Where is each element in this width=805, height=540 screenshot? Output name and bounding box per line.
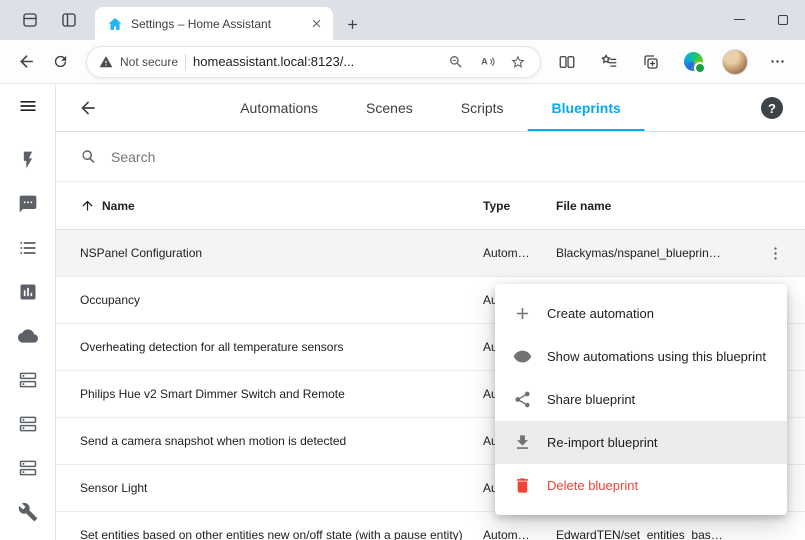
split-screen-icon[interactable] bbox=[551, 46, 583, 78]
menu-item-show-automations[interactable]: Show automations using this blueprint bbox=[495, 335, 787, 378]
navbar-right-cluster bbox=[551, 46, 795, 78]
workspaces-icon[interactable] bbox=[19, 9, 41, 31]
read-aloud-icon[interactable]: A bbox=[475, 50, 499, 74]
tab-automations[interactable]: Automations bbox=[216, 85, 342, 131]
avatar-image bbox=[722, 49, 748, 75]
trash-icon bbox=[513, 476, 532, 495]
row-name: Send a camera snapshot when motion is de… bbox=[80, 434, 483, 448]
favorites-icon[interactable] bbox=[593, 46, 625, 78]
server-icon[interactable] bbox=[16, 368, 40, 392]
cloud-icon[interactable] bbox=[16, 324, 40, 348]
server-icon[interactable] bbox=[16, 456, 40, 480]
minimize-icon bbox=[734, 19, 745, 21]
row-name: Set entities based on other entities new… bbox=[80, 528, 483, 540]
help-icon[interactable]: ? bbox=[761, 97, 783, 119]
vertical-tabs-icon[interactable] bbox=[58, 9, 80, 31]
table-header: Name Type File name bbox=[56, 182, 805, 230]
row-file: Blackymas/nspanel_blueprin… bbox=[556, 246, 746, 260]
menu-item-delete-blueprint[interactable]: Delete blueprint bbox=[495, 464, 787, 507]
browser-tab[interactable]: Settings – Home Assistant bbox=[95, 7, 333, 40]
flash-icon[interactable] bbox=[16, 148, 40, 172]
browser-titlebar: Settings – Home Assistant bbox=[0, 0, 805, 40]
sort-ascending-icon[interactable] bbox=[80, 198, 95, 213]
not-secure-warning-icon bbox=[99, 55, 113, 69]
minimize-button[interactable] bbox=[717, 0, 761, 39]
address-bar[interactable]: Not secure homeassistant.local:8123/... … bbox=[86, 46, 541, 78]
essentials-badge bbox=[684, 52, 703, 71]
assist-chat-icon[interactable] bbox=[16, 192, 40, 216]
tab-title: Settings – Home Assistant bbox=[131, 17, 307, 31]
svg-text:A: A bbox=[481, 57, 488, 67]
row-name: Overheating detection for all temperatur… bbox=[80, 340, 483, 354]
url-text: homeassistant.local:8123/... bbox=[193, 54, 437, 69]
menu-item-share-blueprint[interactable]: Share blueprint bbox=[495, 378, 787, 421]
security-label: Not secure bbox=[120, 55, 178, 69]
settings-more-icon[interactable] bbox=[761, 46, 793, 78]
favorite-star-icon[interactable] bbox=[506, 50, 530, 74]
new-tab-button[interactable] bbox=[339, 11, 365, 37]
menu-item-reimport-blueprint[interactable]: Re-import blueprint bbox=[495, 421, 787, 464]
row-context-menu: Create automation Show automations using… bbox=[495, 284, 787, 515]
ha-tab-bar: Automations Scenes Scripts Blueprints bbox=[216, 85, 645, 131]
menu-item-create-automation[interactable]: Create automation bbox=[495, 292, 787, 335]
browser-window: Settings – Home Assistant Not secure bbox=[0, 0, 805, 540]
refresh-button[interactable] bbox=[44, 46, 76, 78]
home-assistant-favicon bbox=[107, 16, 123, 32]
search-row bbox=[56, 132, 805, 182]
todo-list-icon[interactable] bbox=[16, 236, 40, 260]
eye-icon bbox=[513, 347, 532, 366]
browser-essentials-icon[interactable] bbox=[677, 46, 709, 78]
server-icon[interactable] bbox=[16, 412, 40, 436]
download-icon bbox=[513, 433, 532, 452]
table-row[interactable]: Set entities based on other entities new… bbox=[56, 512, 805, 540]
plus-icon bbox=[513, 304, 532, 323]
row-overflow-icon[interactable] bbox=[760, 238, 790, 268]
column-header-type[interactable]: Type bbox=[483, 199, 556, 213]
search-icon bbox=[80, 148, 98, 166]
row-type: Autom… bbox=[483, 528, 556, 540]
tab-scenes[interactable]: Scenes bbox=[342, 85, 437, 131]
address-divider bbox=[185, 54, 186, 70]
row-name: NSPanel Configuration bbox=[80, 246, 483, 260]
ha-sidebar bbox=[0, 85, 56, 540]
maximize-icon bbox=[778, 15, 788, 25]
row-type: Autom… bbox=[483, 246, 556, 260]
column-header-name[interactable]: Name bbox=[102, 199, 135, 213]
ha-header: Automations Scenes Scripts Blueprints ? bbox=[56, 85, 805, 132]
back-button[interactable] bbox=[10, 46, 42, 78]
developer-tools-wrench-icon[interactable] bbox=[16, 500, 40, 524]
tab-blueprints[interactable]: Blueprints bbox=[528, 85, 645, 131]
tab-close-icon[interactable] bbox=[307, 15, 325, 33]
row-name: Occupancy bbox=[80, 293, 483, 307]
browser-navbar: Not secure homeassistant.local:8123/... … bbox=[0, 40, 805, 84]
column-header-file[interactable]: File name bbox=[556, 199, 746, 213]
search-input[interactable] bbox=[111, 149, 781, 165]
row-name: Sensor Light bbox=[80, 481, 483, 495]
menu-icon[interactable] bbox=[16, 94, 40, 118]
tab-scripts[interactable]: Scripts bbox=[437, 85, 528, 131]
window-controls bbox=[717, 0, 805, 39]
share-icon bbox=[513, 390, 532, 409]
row-file: EdwardTEN/set_entities_bas… bbox=[556, 528, 746, 540]
zoom-out-icon[interactable] bbox=[444, 50, 468, 74]
ha-back-icon[interactable] bbox=[76, 96, 100, 120]
collections-icon[interactable] bbox=[635, 46, 667, 78]
table-row[interactable]: NSPanel Configuration Autom… Blackymas/n… bbox=[56, 230, 805, 277]
profile-avatar[interactable] bbox=[719, 46, 751, 78]
history-chart-icon[interactable] bbox=[16, 280, 40, 304]
sidebar-items bbox=[16, 148, 40, 524]
row-name: Philips Hue v2 Smart Dimmer Switch and R… bbox=[80, 387, 483, 401]
maximize-button[interactable] bbox=[761, 0, 805, 39]
